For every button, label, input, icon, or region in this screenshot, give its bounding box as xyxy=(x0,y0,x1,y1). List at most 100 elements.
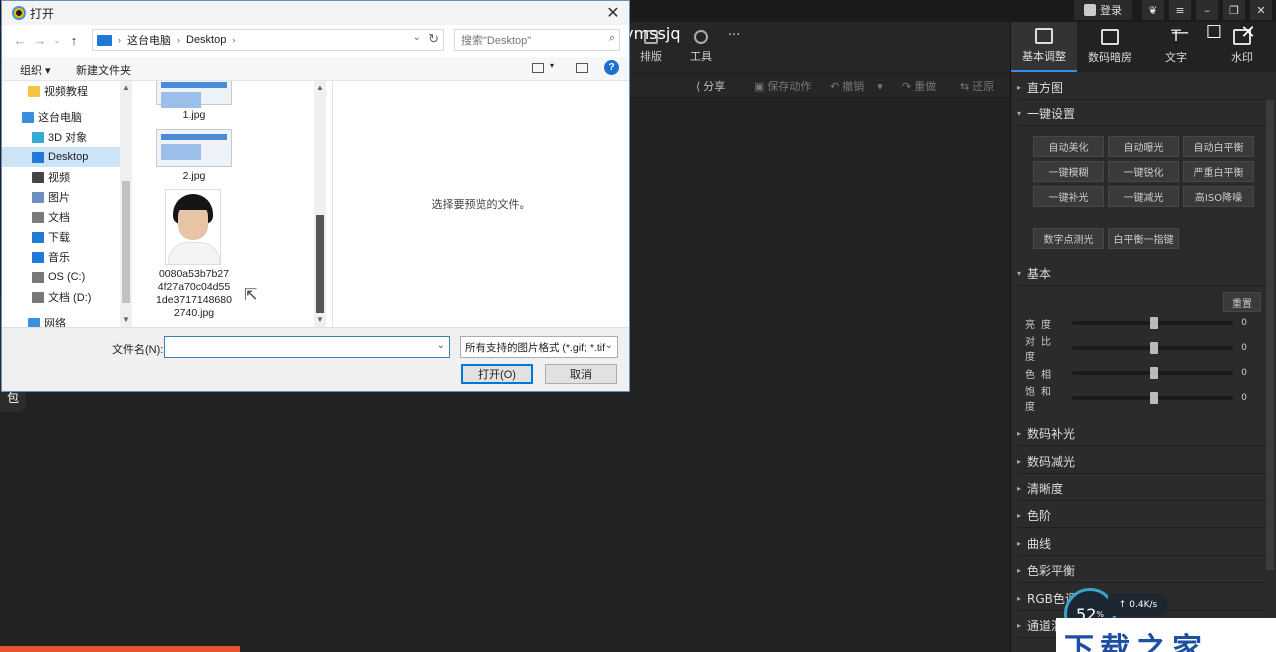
nav-item[interactable]: 下载 xyxy=(2,227,120,247)
file-scrollbar[interactable]: ▲ ▼ xyxy=(314,81,326,327)
nav-item[interactable]: 网络 xyxy=(2,313,120,327)
chevron-down-icon[interactable]: ▼ xyxy=(120,315,132,324)
chevron-down-icon[interactable]: ⌄ xyxy=(437,340,445,351)
slider-row: 对比度 0 xyxy=(1025,337,1247,363)
chevron-down-icon[interactable]: ⌄ xyxy=(50,36,64,45)
chevron-up-icon[interactable]: ▲ xyxy=(314,83,326,92)
nav-item[interactable]: 文档 (D:) xyxy=(2,287,120,307)
panel-scrollbar[interactable] xyxy=(1266,100,1274,570)
white-balance-picker-button[interactable]: 白平衡一指键 xyxy=(1108,228,1179,249)
scroll-thumb[interactable] xyxy=(316,215,324,313)
slider-handle[interactable] xyxy=(1150,317,1159,329)
new-folder-button[interactable]: 新建文件夹 xyxy=(76,62,131,78)
slider-handle[interactable] xyxy=(1150,367,1159,379)
minimize-icon[interactable]: – xyxy=(1196,0,1218,20)
section-one-click[interactable]: ▾ 一键设置 xyxy=(1017,102,1267,126)
spot-metering-button[interactable]: 数字点测光 xyxy=(1033,228,1104,249)
close-icon[interactable]: ✕ xyxy=(603,3,623,23)
nav-item[interactable]: 3D 对象 xyxy=(2,127,120,147)
up-icon[interactable]: ↑ xyxy=(64,33,84,48)
tab-digital-darkroom[interactable]: 数码暗房 xyxy=(1077,22,1143,72)
section-sharpness[interactable]: ▸ 清晰度 xyxy=(1017,477,1267,501)
one-click-button[interactable]: 自动美化 xyxy=(1033,136,1104,157)
maximize-window-icon[interactable]: ☐ xyxy=(1199,22,1229,43)
section-digital-reduce[interactable]: ▸ 数码减光 xyxy=(1017,450,1267,474)
one-click-button[interactable]: 一键锐化 xyxy=(1108,161,1179,182)
undo-button[interactable]: ↶ 撤销 ▾ xyxy=(830,78,883,94)
view-options-icon[interactable] xyxy=(532,63,544,73)
one-click-button[interactable]: 一键模糊 xyxy=(1033,161,1104,182)
section-color-balance[interactable]: ▸ 色彩平衡 xyxy=(1017,559,1267,583)
nav-item[interactable]: 视频 xyxy=(2,167,120,187)
address-bar[interactable]: › 这台电脑 › Desktop › ⌄ ↻ xyxy=(92,29,444,51)
section-levels[interactable]: ▸ 色阶 xyxy=(1017,504,1267,528)
filename-label: 文件名(N): xyxy=(112,344,164,356)
one-click-button[interactable]: 自动曝光 xyxy=(1108,136,1179,157)
menu-icon[interactable]: ≡ xyxy=(1169,0,1191,20)
one-click-button[interactable]: 严重白平衡 xyxy=(1183,161,1254,182)
chevron-down-icon[interactable]: ▼ xyxy=(314,315,326,324)
share-button[interactable]: ⟨ 分享 xyxy=(696,78,725,94)
file-name-2[interactable]: 2.jpg xyxy=(136,170,252,183)
toolbar-tools[interactable]: 工具 xyxy=(690,30,712,64)
close-app-icon[interactable]: ✕ xyxy=(1250,0,1272,20)
chevron-down-icon[interactable]: ▾ xyxy=(550,61,554,70)
section-curves[interactable]: ▸ 曲线 xyxy=(1017,532,1267,556)
more-button[interactable]: ··· xyxy=(728,28,740,43)
close-window-icon[interactable]: ✕ xyxy=(1233,22,1263,43)
save-action-button[interactable]: ▣ 保存动作 xyxy=(754,78,811,94)
progress-strip xyxy=(0,646,240,652)
forward-icon[interactable]: → xyxy=(30,33,50,48)
search-input[interactable]: 搜索"Desktop" ⌕ xyxy=(454,29,620,51)
image-canvas[interactable] xyxy=(630,98,1010,652)
help-icon[interactable]: ? xyxy=(604,60,619,75)
section-histogram[interactable]: ▸ 直方图 xyxy=(1017,76,1267,100)
refresh-icon[interactable]: ↻ xyxy=(428,31,439,47)
nav-item[interactable]: Desktop xyxy=(2,147,120,167)
file-name-3[interactable]: 0080a53b7b27 4f27a70c04d55 1de3717148680… xyxy=(136,268,252,320)
file-thumbnail-1[interactable] xyxy=(156,81,232,108)
one-click-button[interactable]: 一键补光 xyxy=(1033,186,1104,207)
one-click-button[interactable]: 高ISO降噪 xyxy=(1183,186,1254,207)
filename-input[interactable]: ⌄ xyxy=(164,336,450,358)
tab-basic-adjust[interactable]: 基本调整 xyxy=(1011,22,1077,72)
nav-item[interactable]: 这台电脑 xyxy=(2,107,120,127)
skin-icon[interactable]: ❦ xyxy=(1142,0,1164,20)
nav-item[interactable]: 音乐 xyxy=(2,247,120,267)
restore-icon[interactable]: ❐ xyxy=(1223,0,1245,20)
file-name-1[interactable]: 1.jpg xyxy=(136,109,252,122)
slider-track[interactable] xyxy=(1072,367,1234,379)
slider-handle[interactable] xyxy=(1150,392,1159,404)
chevron-up-icon[interactable]: ▲ xyxy=(120,83,132,92)
breadcrumb-desktop[interactable]: Desktop xyxy=(186,34,226,46)
nav-scrollbar[interactable]: ▲ ▼ xyxy=(120,81,132,327)
slider-track[interactable] xyxy=(1072,392,1234,404)
open-button[interactable]: 打开(O) xyxy=(461,364,533,384)
minimize-window-icon[interactable]: — xyxy=(1165,22,1195,43)
login-button[interactable]: 登录 xyxy=(1074,0,1132,20)
redo-button[interactable]: ↷ 重做 xyxy=(902,78,936,94)
nav-item[interactable]: 图片 xyxy=(2,187,120,207)
chevron-down-icon[interactable]: ⌄ xyxy=(413,32,421,43)
file-thumbnail-3[interactable] xyxy=(165,189,221,265)
organize-button[interactable]: 组织 ▾ xyxy=(20,62,51,78)
breadcrumb-this-pc[interactable]: 这台电脑 xyxy=(127,32,171,48)
nav-item[interactable]: OS (C:) xyxy=(2,267,120,287)
restore-original-button[interactable]: ⇆ 还原 xyxy=(960,78,994,94)
nav-item[interactable]: 视频教程 xyxy=(2,81,120,101)
scroll-thumb[interactable] xyxy=(122,181,130,303)
back-icon[interactable]: ← xyxy=(10,33,30,48)
section-digital-fill[interactable]: ▸ 数码补光 xyxy=(1017,422,1267,446)
nav-item[interactable]: 文档 xyxy=(2,207,120,227)
file-thumbnail-2[interactable] xyxy=(156,129,232,167)
slider-track[interactable] xyxy=(1072,342,1234,354)
section-basic[interactable]: ▾ 基本 xyxy=(1017,262,1267,286)
reset-button[interactable]: 重置 xyxy=(1223,292,1261,312)
one-click-button[interactable]: 自动白平衡 xyxy=(1183,136,1254,157)
one-click-button[interactable]: 一键减光 xyxy=(1108,186,1179,207)
file-type-select[interactable]: 所有支持的图片格式 (*.gif; *.tif ⌄ xyxy=(460,336,618,358)
preview-pane-icon[interactable] xyxy=(576,63,588,73)
slider-handle[interactable] xyxy=(1150,342,1159,354)
slider-track[interactable] xyxy=(1072,317,1234,329)
cancel-button[interactable]: 取消 xyxy=(545,364,617,384)
